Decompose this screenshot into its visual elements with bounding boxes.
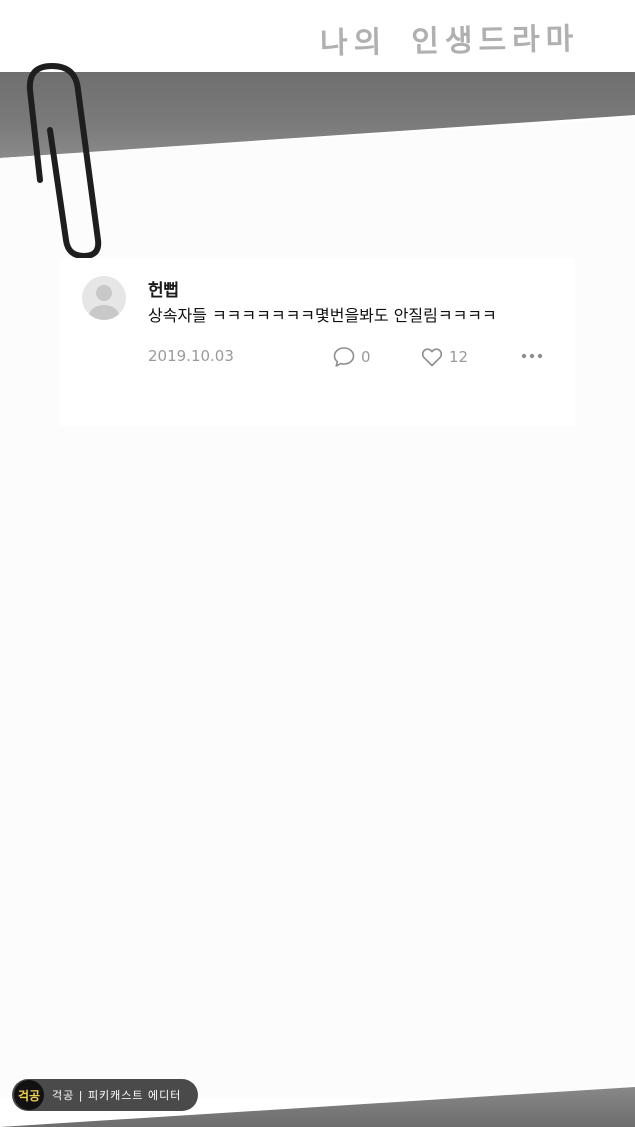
comment-icon — [333, 347, 355, 367]
post-card: 헌뻡 상속자들 ㅋㅋㅋㅋㅋㅋㅋ몇번을봐도 안질림ㅋㅋㅋㅋ 2019.10.03 … — [60, 258, 575, 426]
post-username[interactable]: 헌뻡 — [148, 276, 179, 301]
watermark-text: 걱공 | 피키캐스트 에디터 — [52, 1089, 182, 1102]
heart-icon — [421, 348, 443, 367]
avatar-icon[interactable] — [82, 276, 126, 320]
paperclip-icon — [26, 62, 102, 260]
like-button[interactable]: 12 — [420, 344, 468, 370]
editor-watermark: 걱공 걱공 | 피키캐스트 에디터 — [12, 1079, 198, 1111]
post-meta-row: 2019.10.03 0 12 — [148, 344, 548, 370]
comment-count: 0 — [361, 348, 371, 366]
watermark-logo: 걱공 — [14, 1080, 44, 1110]
like-count: 12 — [449, 348, 469, 366]
more-dots-icon — [521, 353, 543, 359]
more-options-button[interactable] — [520, 346, 544, 366]
page-title: 나의 인생드라마 — [319, 21, 580, 62]
comment-button[interactable]: 0 — [332, 344, 371, 370]
post-text: 상속자들 ㅋㅋㅋㅋㅋㅋㅋ몇번을봐도 안질림ㅋㅋㅋㅋ — [148, 306, 497, 325]
post-date: 2019.10.03 — [148, 347, 234, 365]
